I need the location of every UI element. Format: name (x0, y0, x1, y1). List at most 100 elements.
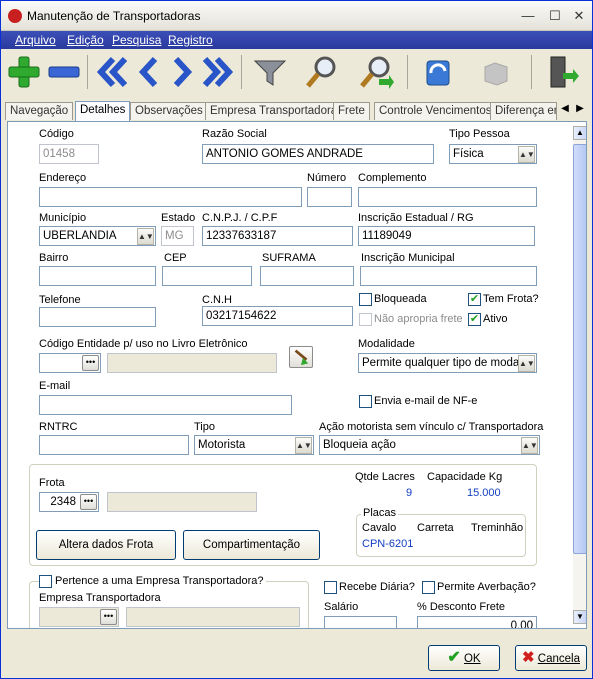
checkmark-icon: ✔ (447, 649, 461, 666)
inscricao-municipal-field[interactable] (360, 266, 537, 286)
tab-navegacao[interactable]: Navegação (5, 102, 74, 120)
add-button[interactable] (5, 53, 43, 91)
razao-social-field[interactable]: ANTONIO GOMES ANDRADE (202, 144, 434, 164)
chevron-left-icon (138, 56, 158, 88)
treminhao-label: Treminhão (471, 522, 524, 534)
recebe-diaria-checkbox[interactable] (324, 581, 337, 594)
ellipsis-icon[interactable]: ••• (80, 494, 97, 510)
filter-button[interactable] (251, 53, 289, 91)
cancel-button[interactable]: ✖ Cancela (515, 645, 587, 671)
dropdown-arrow-icon[interactable]: ▲▼ (295, 437, 312, 454)
disabled-tool-button[interactable] (477, 53, 515, 91)
bloqueada-label: Bloqueada (374, 293, 427, 305)
tab-frete[interactable]: Frete (333, 102, 370, 120)
altera-frota-button[interactable]: Altera dados Frota (36, 530, 176, 560)
last-record-button[interactable] (199, 53, 237, 91)
modalidade-value: Permite qualquer tipo de modalid‹ (362, 357, 535, 369)
codigo-entidade-description (107, 353, 277, 373)
suframa-label: SUFRAMA (262, 252, 316, 264)
codigo-field[interactable]: 01458 (39, 144, 99, 164)
ellipsis-icon[interactable]: ••• (100, 609, 117, 625)
municipio-select[interactable]: UBERLANDIA ▲▼ (39, 226, 156, 246)
qtde-lacres-value: 9 (406, 487, 413, 499)
tipo-pessoa-select[interactable]: Física ▲▼ (449, 144, 537, 164)
tab-empresa-transportadora[interactable]: Empresa Transportadora (205, 102, 343, 120)
bairro-field[interactable] (39, 266, 156, 286)
inscricao-estadual-field[interactable]: 11189049 (358, 226, 535, 246)
next-record-button[interactable] (164, 53, 202, 91)
razao-social-label: Razão Social (202, 128, 267, 140)
tipo-select[interactable]: Motorista ▲▼ (194, 435, 314, 455)
tem-frota-checkbox[interactable]: ✔ (468, 293, 481, 306)
bloqueada-checkbox[interactable] (359, 293, 372, 306)
tab-controle-vencimentos[interactable]: Controle Vencimentos (374, 102, 497, 120)
pertence-label: Pertence a uma Empresa Transportadora? (53, 575, 266, 587)
codigo-label: Código (39, 128, 74, 140)
desconto-frete-field[interactable]: 0,00 (417, 616, 537, 628)
tipo-value: Motorista (198, 439, 246, 451)
scroll-thumb[interactable] (573, 144, 586, 554)
tipo-pessoa-value: Física (453, 148, 484, 160)
details-panel: Código 01458 Razão Social ANTONIO GOMES … (7, 121, 587, 629)
telefone-label: Telefone (39, 294, 81, 306)
dropdown-arrow-icon[interactable]: ▲▼ (137, 228, 154, 245)
salario-field[interactable] (324, 616, 397, 628)
permite-averbacao-checkbox[interactable] (422, 581, 435, 594)
envia-email-checkbox[interactable] (359, 395, 372, 408)
vertical-scrollbar[interactable]: ▲ ▼ (573, 126, 586, 624)
nao-apropria-frete-checkbox[interactable] (359, 313, 372, 326)
scroll-down-icon[interactable]: ▼ (573, 610, 586, 624)
complemento-label: Complemento (358, 172, 427, 184)
telefone-field[interactable] (39, 307, 156, 327)
placas-group (356, 514, 526, 557)
inscricao-estadual-label: Inscrição Estadual / RG (358, 212, 474, 224)
dropdown-arrow-icon[interactable]: ▲▼ (518, 355, 535, 372)
ellipsis-icon[interactable]: ••• (82, 355, 99, 371)
complemento-field[interactable] (358, 187, 537, 207)
cep-field[interactable] (162, 266, 252, 286)
broom-button[interactable] (289, 346, 313, 368)
search-go-button[interactable] (357, 53, 395, 91)
previous-record-button[interactable] (129, 53, 167, 91)
modalidade-select[interactable]: Permite qualquer tipo de modalid‹ ▲▼ (358, 353, 537, 373)
ativo-checkbox[interactable]: ✔ (468, 313, 481, 326)
menu-edicao[interactable]: Edição (67, 33, 104, 47)
double-chevron-right-icon (202, 56, 234, 88)
menu-registro[interactable]: Registro (168, 33, 213, 47)
tab-detalhes[interactable]: Detalhes (75, 101, 131, 121)
tab-scroll-left-icon[interactable]: ◀ (558, 101, 572, 117)
tab-scroll-right-icon[interactable]: ▶ (573, 101, 587, 117)
exit-button[interactable] (543, 53, 581, 91)
pertence-checkbox[interactable] (39, 575, 52, 588)
cnh-field[interactable]: 03217154622 (202, 306, 353, 326)
menu-pesquisa[interactable]: Pesquisa (112, 33, 161, 47)
acao-motorista-select[interactable]: Bloqueia ação ▲▼ (319, 435, 540, 455)
minimize-button[interactable]: — (520, 8, 536, 24)
tab-observacoes[interactable]: Observações (130, 102, 208, 120)
cavalo-label: Cavalo (362, 522, 397, 534)
scroll-up-icon[interactable]: ▲ (573, 126, 586, 140)
tab-diferenca[interactable]: Diferença en (490, 102, 557, 120)
email-field[interactable] (39, 395, 292, 415)
frota-description (107, 492, 257, 512)
endereco-field[interactable] (39, 187, 302, 207)
cnpj-field[interactable]: 12337633187 (202, 226, 353, 246)
minus-icon (48, 66, 80, 78)
rntrc-field[interactable] (39, 435, 189, 455)
menu-arquivo[interactable]: Arquivo (15, 33, 56, 47)
compartimentacao-button[interactable]: Compartimentação (183, 530, 320, 560)
frota-label: Frota (39, 477, 65, 489)
remove-button[interactable] (45, 53, 83, 91)
ok-button[interactable]: ✔ OK (428, 645, 500, 671)
estado-field[interactable]: MG (161, 226, 194, 246)
close-button[interactable]: ✕ (571, 8, 587, 24)
numero-field[interactable] (307, 187, 352, 207)
maximize-button[interactable]: ☐ (547, 8, 563, 24)
dropdown-arrow-icon[interactable]: ▲▼ (518, 146, 535, 163)
search-button[interactable] (303, 53, 341, 91)
tipo-pessoa-label: Tipo Pessoa (449, 128, 510, 140)
first-record-button[interactable] (93, 53, 131, 91)
dropdown-arrow-icon[interactable]: ▲▼ (521, 437, 538, 454)
refresh-button[interactable] (419, 53, 457, 91)
suframa-field[interactable] (260, 266, 354, 286)
